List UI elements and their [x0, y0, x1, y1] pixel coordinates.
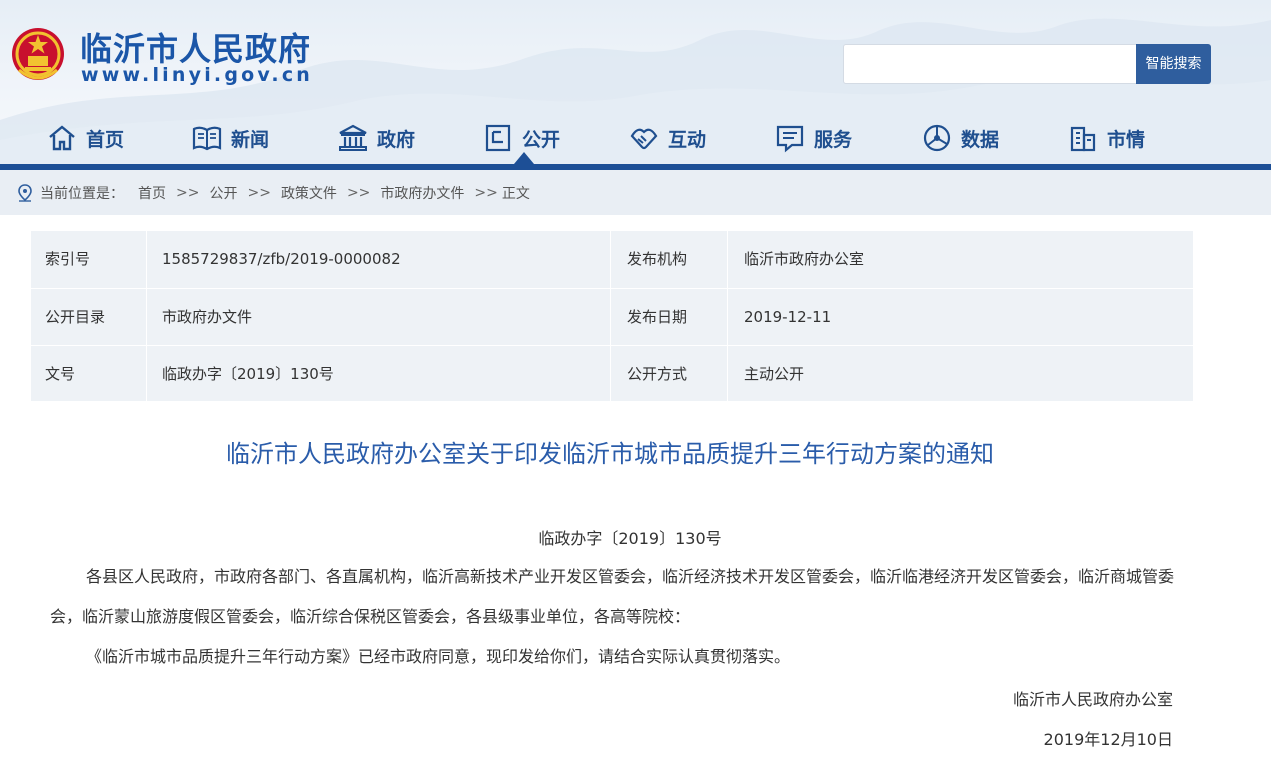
nav-label: 市情 — [1107, 128, 1146, 151]
location-pin-icon — [18, 183, 32, 202]
nav-label: 新闻 — [231, 128, 270, 151]
breadcrumb-policy-docs[interactable]: 政策文件 — [281, 183, 337, 203]
breadcrumb-current: 正文 — [501, 185, 530, 202]
breadcrumb-separator: >> — [346, 184, 371, 201]
disclosure-method-value: 主动公开 — [744, 365, 805, 383]
disclosure-icon — [485, 124, 511, 152]
index-number-label: 索引号 — [45, 250, 91, 268]
government-icon — [339, 124, 367, 151]
handshake-icon — [630, 128, 658, 150]
smart-search-button[interactable]: 智能搜索 — [1136, 44, 1211, 84]
breadcrumb-separator: >> — [247, 184, 271, 201]
nav-label: 服务 — [814, 128, 853, 151]
service-icon — [776, 125, 804, 153]
active-nav-indicator — [514, 152, 534, 164]
nav-item-news[interactable]: 新闻 — [191, 110, 269, 166]
breadcrumb-separator: >> — [176, 184, 200, 201]
search-input[interactable] — [843, 44, 1137, 84]
breadcrumb: 当前位置是： 首页 >> 公开 >> 政策文件 >> 市政府办文件 >> 正文 — [0, 170, 1271, 215]
breadcrumb-home[interactable]: 首页 — [138, 183, 166, 203]
table-row: 文号 临政办字〔2019〕130号 公开方式 主动公开 — [31, 345, 1193, 402]
nav-label: 公开 — [522, 128, 561, 151]
publisher-value: 临沂市政府办公室 — [744, 250, 865, 268]
signature-date: 2019年12月10日 — [1043, 730, 1173, 749]
nav-label: 首页 — [86, 128, 125, 151]
doc-number-label: 文号 — [45, 365, 76, 383]
nav-label: 政府 — [377, 128, 416, 151]
data-icon — [923, 124, 951, 152]
catalog-label: 公开目录 — [45, 308, 106, 326]
table-row: 索引号 1585729837/zfb/2019-0000082 发布机构 临沂市… — [31, 231, 1193, 288]
breadcrumb-prefix: 当前位置是： — [40, 185, 124, 202]
publish-date-label: 发布日期 — [627, 308, 688, 326]
breadcrumb-disclosure[interactable]: 公开 — [209, 183, 237, 203]
index-number-value: 1585729837/zfb/2019-0000082 — [162, 250, 401, 268]
home-icon — [49, 125, 75, 151]
nav-item-data[interactable]: 数据 — [921, 110, 999, 166]
article-paragraph: 各县区人民政府，市政府各部门、各直属机构，临沂高新技术产业开发区管委会，临沂经济… — [50, 567, 1175, 626]
disclosure-method-label: 公开方式 — [627, 365, 688, 383]
breadcrumb-separator: >> — [474, 184, 498, 201]
city-icon — [1070, 126, 1096, 152]
nav-item-city-info[interactable]: 市情 — [1067, 110, 1145, 166]
table-row: 公开目录 市政府办文件 发布日期 2019-12-11 — [31, 288, 1193, 345]
publisher-label: 发布机构 — [627, 250, 688, 268]
nav-label: 互动 — [668, 128, 707, 151]
signature-organization: 临沂市人民政府办公室 — [1012, 690, 1173, 709]
doc-number-value: 临政办字〔2019〕130号 — [162, 365, 334, 383]
nav-label: 数据 — [961, 128, 1000, 151]
site-url: www.linyi.gov.cn — [81, 64, 314, 86]
article-title: 临沂市人民政府办公室关于印发临沂市城市品质提升三年行动方案的通知 — [226, 440, 994, 468]
article-paragraph: 《临沂市城市品质提升三年行动方案》已经市政府同意，现印发给你们，请结合实际认真贯… — [86, 647, 791, 666]
nav-item-home[interactable]: 首页 — [46, 110, 124, 166]
catalog-value: 市政府办文件 — [162, 308, 253, 326]
nav-item-interaction[interactable]: 互动 — [628, 110, 706, 166]
article-doc-number: 临政办字〔2019〕130号 — [538, 529, 722, 548]
document-info-table: 索引号 1585729837/zfb/2019-0000082 发布机构 临沂市… — [31, 231, 1193, 401]
national-emblem-icon — [12, 28, 64, 80]
breadcrumb-city-office-docs[interactable]: 市政府办文件 — [380, 183, 464, 203]
main-nav: 首页 新闻 政府 公开 互动 服务 数据 市情 — [0, 110, 1271, 166]
publish-date-value: 2019-12-11 — [744, 308, 832, 326]
nav-item-service[interactable]: 服务 — [774, 110, 852, 166]
nav-item-government[interactable]: 政府 — [337, 110, 415, 166]
site-header: 临沂市人民政府 www.linyi.gov.cn 智能搜索 首页 新闻 政府 公… — [0, 0, 1271, 170]
news-icon — [192, 126, 222, 151]
